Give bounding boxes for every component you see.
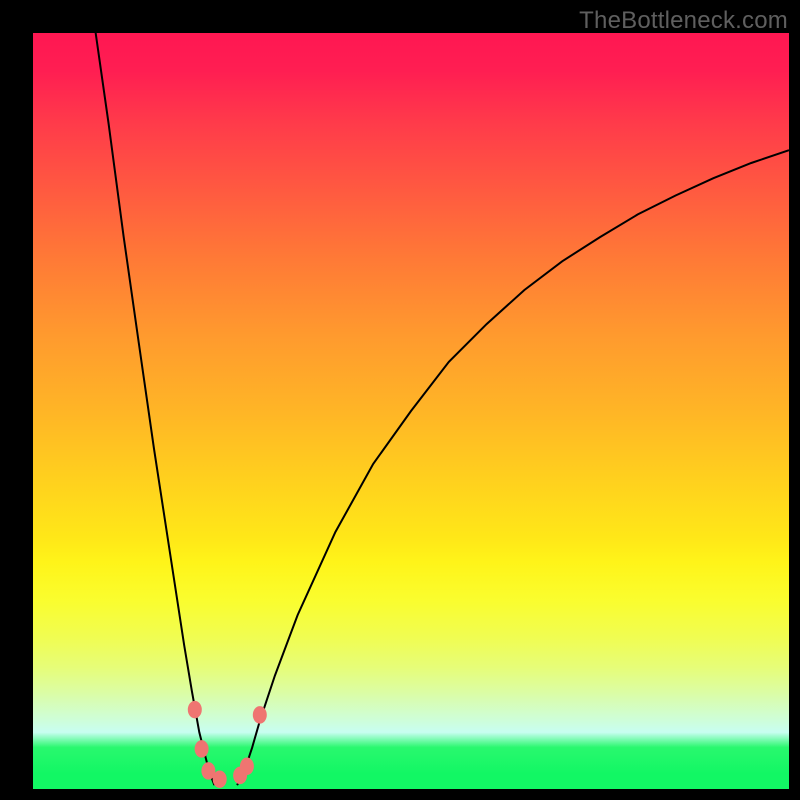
data-marker [240, 758, 254, 776]
data-markers [188, 701, 267, 788]
chart-frame: TheBottleneck.com [0, 0, 800, 800]
watermark-text: TheBottleneck.com [579, 7, 788, 35]
data-marker [213, 770, 227, 788]
plot-area [33, 33, 789, 789]
left-curve [94, 18, 215, 785]
right-curve [237, 150, 789, 785]
chart-svg [33, 33, 789, 789]
data-marker [188, 701, 202, 719]
data-marker [195, 740, 209, 758]
data-marker [253, 706, 267, 724]
